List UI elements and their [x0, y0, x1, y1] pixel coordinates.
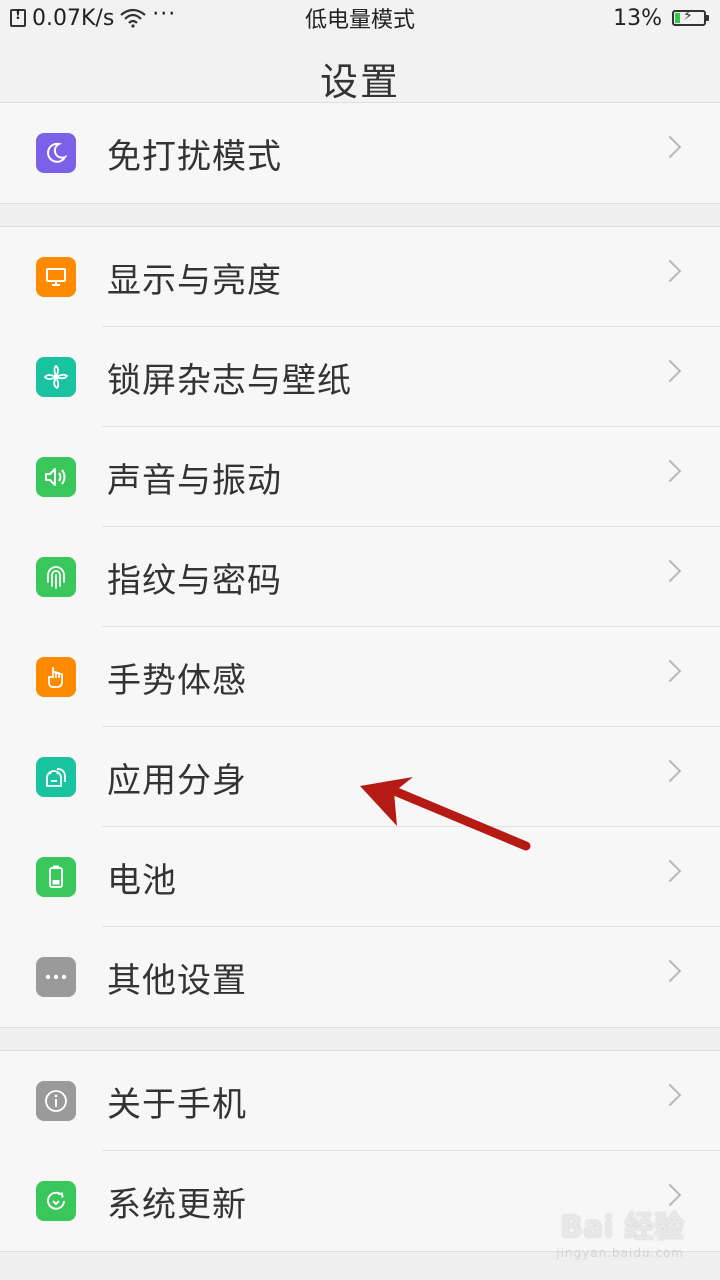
settings-item-sound-vibration[interactable]: 声音与振动 [0, 427, 720, 527]
update-icon [36, 1181, 76, 1221]
pinwheel-icon [36, 357, 76, 397]
chevron-right-icon [658, 1083, 682, 1107]
settings-item-label: 声音与振动 [107, 460, 282, 501]
chevron-right-icon [658, 259, 682, 283]
monitor-icon [36, 257, 76, 297]
settings-item-display-brightness[interactable]: 显示与亮度 [0, 227, 720, 327]
settings-item-label: 锁屏杂志与壁纸 [107, 360, 352, 401]
watermark-logo: Bai 经验 [560, 1210, 684, 1245]
settings-item-label: 系统更新 [107, 1184, 247, 1225]
chevron-right-icon [658, 559, 682, 583]
settings-item-other-settings[interactable]: 其他设置 [0, 927, 720, 1027]
settings-item-label: 指纹与密码 [107, 560, 282, 601]
settings-item-label: 其他设置 [107, 960, 247, 1001]
settings-item-lockscreen-wallpaper[interactable]: 锁屏杂志与壁纸 [0, 327, 720, 427]
wifi-icon [120, 8, 147, 28]
settings-item-about-phone[interactable]: 关于手机 [0, 1051, 720, 1151]
chevron-right-icon [658, 959, 682, 983]
settings-item-gestures-motion[interactable]: 手势体感 [0, 627, 720, 727]
settings-item-label: 应用分身 [107, 760, 247, 801]
battery-percent: 13% [613, 5, 662, 31]
settings-item-label: 免打扰模式 [107, 136, 282, 177]
power-mode-label: 低电量模式 [304, 8, 415, 33]
chevron-right-icon [658, 135, 682, 159]
android-clone-icon [36, 757, 76, 797]
fingerprint-icon [36, 557, 76, 597]
settings-item-label: 显示与亮度 [107, 260, 282, 301]
settings-group-1: 免打扰模式 [0, 102, 720, 204]
chevron-right-icon [658, 459, 682, 483]
settings-item-do-not-disturb[interactable]: 免打扰模式 [0, 103, 720, 203]
baidu-jingyan-watermark: Bai 经验 jingyan.baidu.com [556, 1202, 684, 1260]
settings-item-label: 手势体感 [107, 660, 247, 701]
settings-item-label: 关于手机 [107, 1084, 247, 1125]
moon-icon [36, 133, 76, 173]
chevron-right-icon [658, 859, 682, 883]
hand-pointer-icon [36, 657, 76, 697]
network-speed: 0.07K/s [32, 5, 115, 31]
settings-item-fingerprint-password[interactable]: 指纹与密码 [0, 527, 720, 627]
settings-item-battery[interactable]: 电池 [0, 827, 720, 927]
info-icon [36, 1081, 76, 1121]
settings-group-2: 显示与亮度 锁屏杂志与壁纸 声音与振动 指纹与密码 手势体感 应用分身 电池 其… [0, 226, 720, 1028]
settings-item-app-clone[interactable]: 应用分身 [0, 727, 720, 827]
settings-item-label: 电池 [107, 860, 177, 901]
status-bar: 0.07K/s ··· 低电量模式 13% ⚡ [0, 0, 720, 36]
battery-icon [36, 857, 76, 897]
chevron-right-icon [658, 359, 682, 383]
speaker-icon [36, 457, 76, 497]
chevron-right-icon [658, 659, 682, 683]
more-notifications: ··· [152, 1, 177, 27]
page-title: 设置 [319, 59, 400, 104]
chevron-right-icon [658, 759, 682, 783]
battery-charging-icon: ⚡ [672, 8, 709, 26]
more-icon [36, 957, 76, 997]
sim-alert-icon [10, 8, 26, 27]
watermark-url: jingyan.baidu.com [556, 1246, 684, 1260]
